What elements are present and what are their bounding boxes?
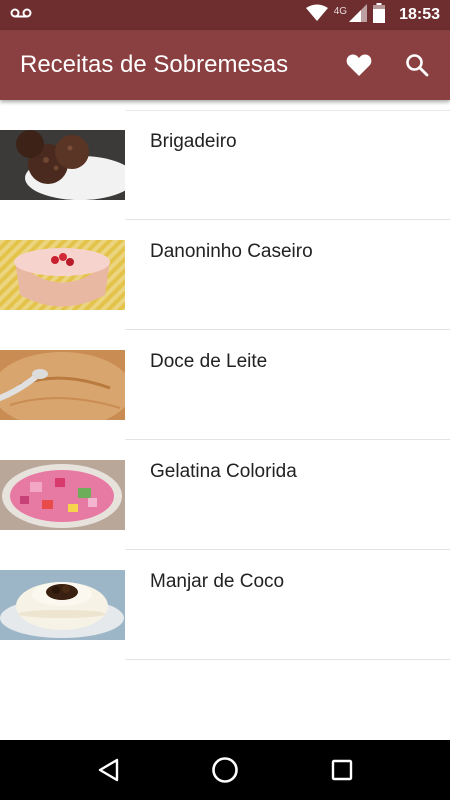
recipe-name: Doce de Leite bbox=[150, 351, 268, 372]
back-icon[interactable] bbox=[88, 750, 128, 790]
gelatina-thumbnail bbox=[0, 460, 125, 530]
network-type: 4G bbox=[333, 5, 348, 17]
manjar-thumbnail bbox=[0, 570, 125, 640]
recipe-list: Brigadeiro Danoninho Caseiro Doce de Lei… bbox=[0, 110, 450, 660]
list-item-doce-de-leite[interactable]: Doce de Leite bbox=[0, 330, 450, 440]
favorites-heart-icon[interactable] bbox=[344, 50, 374, 80]
recipe-name: Danoninho Caseiro bbox=[150, 241, 313, 262]
app-bar: Receitas de Sobremesas bbox=[0, 30, 450, 100]
list-item-manjar-de-coco[interactable]: Manjar de Coco bbox=[0, 550, 450, 660]
doce-de-leite-thumbnail bbox=[0, 350, 125, 420]
battery-icon bbox=[373, 2, 386, 28]
list-item-danoninho-caseiro[interactable]: Danoninho Caseiro bbox=[0, 220, 450, 330]
danoninho-thumbnail bbox=[0, 240, 125, 310]
list-item-brigadeiro[interactable]: Brigadeiro bbox=[0, 110, 450, 220]
recent-apps-icon[interactable] bbox=[322, 750, 362, 790]
signal-icon bbox=[349, 3, 368, 27]
voicemail-icon bbox=[10, 6, 32, 25]
status-time: 18:53 bbox=[399, 6, 440, 23]
app-title: Receitas de Sobremesas bbox=[20, 51, 289, 78]
home-icon[interactable] bbox=[205, 750, 245, 790]
divider bbox=[125, 659, 450, 660]
status-bar: 4G 18:53 bbox=[0, 0, 450, 30]
navigation-bar bbox=[0, 740, 450, 800]
search-icon[interactable] bbox=[402, 50, 432, 80]
recipe-name: Gelatina Colorida bbox=[150, 461, 297, 482]
list-item-gelatina-colorida[interactable]: Gelatina Colorida bbox=[0, 440, 450, 550]
recipe-name: Brigadeiro bbox=[150, 131, 237, 152]
brigadeiro-thumbnail bbox=[0, 130, 125, 200]
recipe-name: Manjar de Coco bbox=[150, 571, 285, 592]
wifi-icon bbox=[305, 4, 328, 27]
